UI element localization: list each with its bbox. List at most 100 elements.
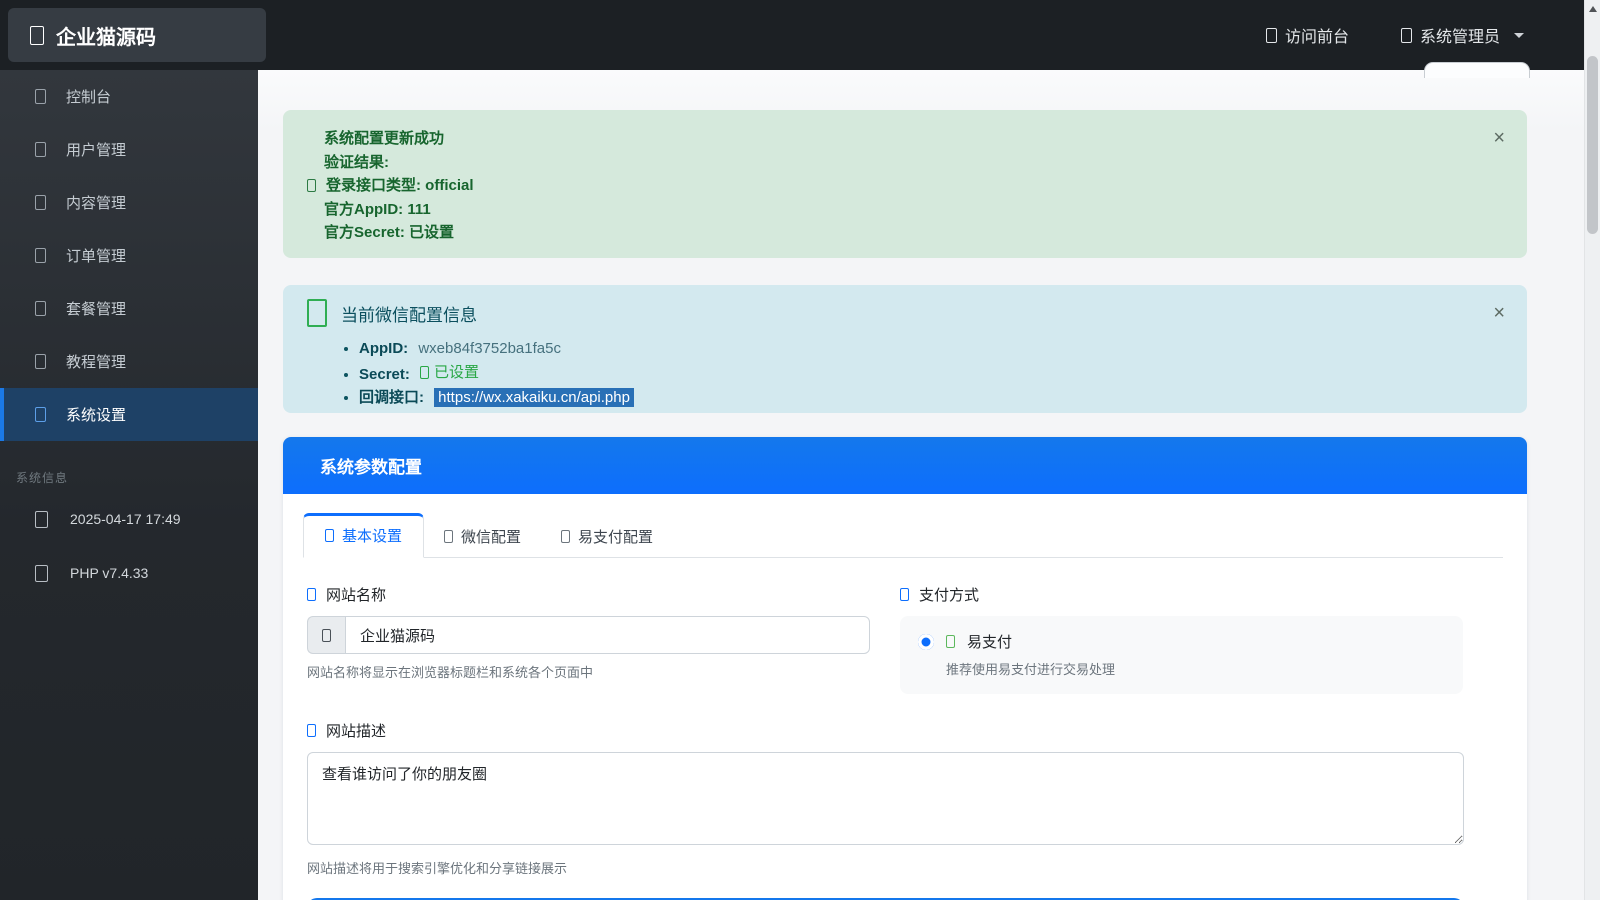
sidebar-info-time: 2025-04-17 17:49 (0, 492, 258, 546)
wechat-icon (307, 299, 327, 327)
tutorial-icon (35, 354, 46, 369)
visit-frontend-link[interactable]: 访问前台 (1266, 23, 1349, 47)
epay-icon (946, 635, 955, 648)
gear-icon (35, 407, 46, 422)
wechat-alert-header: 当前微信配置信息 (307, 299, 1503, 327)
sidebar-item-label: 订单管理 (66, 245, 126, 266)
payment-label: 支付方式 (919, 584, 979, 605)
dashboard-icon (35, 89, 46, 104)
alert-text: 官方Secret: 已设置 (324, 221, 454, 245)
sidebar-item-console[interactable]: 控制台 (0, 70, 258, 123)
admin-user-menu[interactable]: 系统管理员 (1401, 23, 1524, 47)
users-icon (35, 142, 46, 157)
alert-text: 登录接口类型: official (326, 174, 474, 198)
site-name-field-group: 网站名称 网站名称将显示在浏览器标题栏和系统各个页面中 (307, 584, 870, 694)
sidebar-item-users[interactable]: 用户管理 (0, 123, 258, 176)
sidebar-item-orders[interactable]: 订单管理 (0, 229, 258, 282)
success-alert-line: 验证结果: (307, 151, 1503, 175)
payment-label-row: 支付方式 (900, 584, 1463, 605)
globe-icon (307, 588, 316, 601)
main-content: 系统配置更新成功 验证结果: 登录接口类型: official 官方AppID:… (258, 70, 1584, 900)
tab-epay-config[interactable]: 易支付配置 (541, 515, 673, 558)
scrollbar-thumb[interactable] (1587, 56, 1598, 234)
site-name-input[interactable] (345, 616, 870, 654)
epay-radio-checked[interactable] (918, 634, 934, 650)
site-desc-label: 网站描述 (326, 720, 386, 741)
caret-down-icon (1514, 33, 1524, 38)
secret-status-text: 已设置 (434, 361, 479, 385)
site-desc-textarea[interactable]: 查看谁访问了你的朋友圈 (307, 752, 1464, 845)
sidebar-nav: 控制台 用户管理 内容管理 订单管理 套餐管理 教程管理 系统设置 系统信息 2… (0, 70, 258, 900)
tab-wechat-config[interactable]: 微信配置 (424, 515, 541, 558)
sidebar-item-content[interactable]: 内容管理 (0, 176, 258, 229)
basic-settings-icon (325, 529, 334, 542)
orders-icon (35, 248, 46, 263)
sidebar-info-php: PHP v7.4.33 (0, 546, 258, 600)
brand-logo[interactable]: 企业猫源码 (8, 8, 266, 62)
sidebar-item-label: 内容管理 (66, 192, 126, 213)
payment-help: 推荐使用易支付进行交易处理 (946, 659, 1445, 678)
sidebar-section-label: 系统信息 (16, 469, 258, 486)
tab-label: 微信配置 (461, 526, 521, 547)
epay-config-icon (561, 530, 570, 543)
sidebar-item-label: 系统设置 (66, 404, 126, 425)
alert-text: 官方AppID: 111 (324, 198, 431, 222)
sidebar-item-label: 用户管理 (66, 139, 126, 160)
wechat-config-icon (444, 530, 453, 543)
close-icon[interactable]: × (1493, 303, 1505, 323)
site-name-label: 网站名称 (326, 584, 386, 605)
wechat-callback-row: 回调接口: https://wx.xakaiku.cn/api.php (359, 386, 1503, 410)
tab-basic-settings[interactable]: 基本设置 (303, 513, 424, 558)
tag-icon (322, 629, 331, 642)
site-desc-label-row: 网站描述 (307, 720, 1503, 741)
epay-radio-row[interactable]: 易支付 (918, 631, 1445, 652)
visit-frontend-label: 访问前台 (1285, 23, 1349, 47)
sidebar-item-tutorials[interactable]: 教程管理 (0, 335, 258, 388)
site-name-addon (307, 616, 345, 654)
site-name-help: 网站名称将显示在浏览器标题栏和系统各个页面中 (307, 662, 870, 681)
server-time-value: 2025-04-17 17:49 (70, 511, 181, 527)
success-alert-line: 官方Secret: 已设置 (307, 221, 1503, 245)
wechat-secret-row: Secret: 已设置 (359, 361, 1503, 387)
success-alert-line: 官方AppID: 111 (307, 198, 1503, 222)
callback-url-selected-text[interactable]: https://wx.xakaiku.cn/api.php (434, 388, 634, 407)
admin-user-label: 系统管理员 (1420, 23, 1500, 47)
sidebar-item-packages[interactable]: 套餐管理 (0, 282, 258, 335)
clock-icon (35, 511, 48, 528)
user-icon (1401, 28, 1412, 43)
secret-label: Secret: (359, 366, 410, 383)
brand-title: 企业猫源码 (56, 21, 156, 50)
browser-scrollbar[interactable] (1584, 0, 1600, 900)
appid-label: AppID: (359, 340, 408, 357)
payment-method-group: 支付方式 易支付 推荐使用易支付进行交易处理 (900, 584, 1463, 694)
content-icon (35, 195, 46, 210)
config-tabs: 基本设置 微信配置 易支付配置 (303, 512, 1503, 558)
site-desc-field-group: 网站描述 查看谁访问了你的朋友圈 网站描述将用于搜索引擎优化和分享链接展示 (307, 720, 1503, 877)
php-icon (35, 565, 48, 582)
sidebar-item-settings[interactable]: 系统设置 (0, 388, 258, 441)
payment-option-panel: 易支付 推荐使用易支付进行交易处理 (900, 616, 1463, 694)
php-version-value: PHP v7.4.33 (70, 565, 148, 581)
basic-settings-form: 网站名称 网站名称将显示在浏览器标题栏和系统各个页面中 支付方式 (283, 558, 1527, 900)
sidebar-item-label: 控制台 (66, 86, 111, 107)
scroll-up-arrow-icon[interactable] (1589, 6, 1597, 12)
site-name-input-group (307, 616, 870, 654)
check-icon (420, 366, 429, 379)
success-alert: 系统配置更新成功 验证结果: 登录接口类型: official 官方AppID:… (283, 110, 1527, 258)
site-desc-help: 网站描述将用于搜索引擎优化和分享链接展示 (307, 858, 1503, 877)
external-link-icon (1266, 28, 1277, 43)
wechat-info-alert: 当前微信配置信息 AppID: wxeb84f3752ba1fa5c Secre… (283, 285, 1527, 413)
alert-text: 系统配置更新成功 (324, 127, 444, 151)
epay-option-label: 易支付 (967, 631, 1012, 652)
sidebar-item-label: 教程管理 (66, 351, 126, 372)
user-dropdown-panel (1424, 62, 1530, 78)
package-icon (35, 301, 46, 316)
document-icon (307, 724, 316, 737)
card-header: 系统参数配置 (283, 437, 1527, 494)
brand-icon (30, 26, 44, 45)
success-alert-line: 系统配置更新成功 (307, 127, 1503, 151)
close-icon[interactable]: × (1493, 128, 1505, 148)
wechat-config-list: AppID: wxeb84f3752ba1fa5c Secret: 已设置 回调… (359, 337, 1503, 410)
success-alert-line: 登录接口类型: official (307, 174, 1503, 198)
navbar-right-group: 访问前台 系统管理员 (1266, 0, 1524, 70)
